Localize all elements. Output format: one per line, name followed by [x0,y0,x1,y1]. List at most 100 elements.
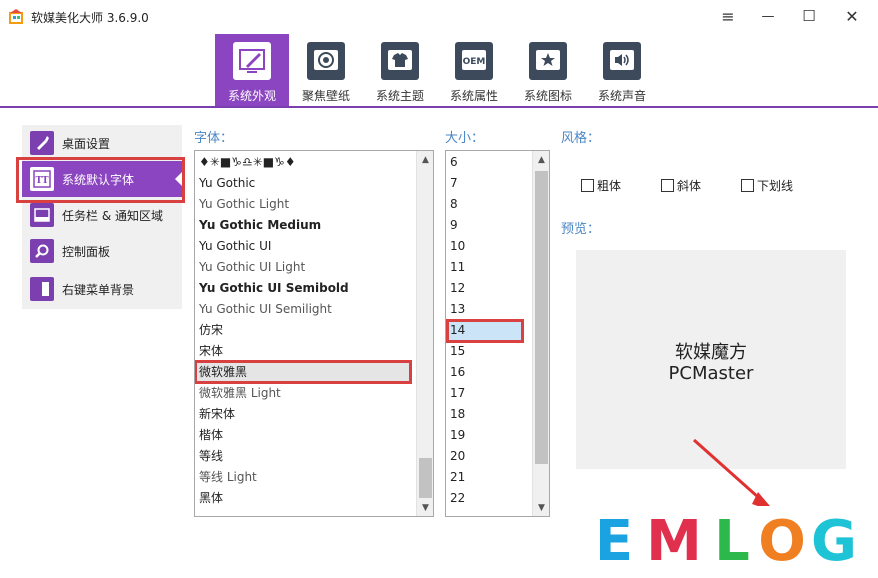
brush-icon [30,131,54,155]
font-list-item[interactable]: Yu Gothic UI Semilight [199,299,332,320]
size-list-item[interactable]: 12 [450,278,465,299]
tab-system-theme[interactable]: 系统主题 [363,34,437,106]
watermark-letter: L [714,509,750,574]
close-icon: ✕ [845,6,859,26]
font-label: 字体： [194,131,234,146]
oem-icon-text: OEM [463,57,486,67]
tab-label: 系统属性 [449,89,498,103]
size-list-item[interactable]: 22 [450,488,465,509]
font-list-item[interactable]: 等线 Light [199,467,257,488]
font-list-item[interactable]: Yu Gothic UI Light [199,257,305,278]
size-list-item[interactable]: 21 [450,467,465,488]
size-list-item[interactable]: 18 [450,404,465,425]
tab-label: 系统声音 [597,89,646,103]
size-list-item[interactable]: 6 [450,152,458,173]
preview-label: 预览： [561,222,601,237]
font-list-item[interactable]: 微软雅黑 [199,362,247,383]
font-list-item[interactable]: 等线 [199,446,223,467]
size-list-item[interactable]: 20 [450,446,465,467]
sidebar-item-desktop[interactable]: 桌面设置 [22,125,182,161]
font-list-item[interactable]: Yu Gothic UI [199,236,271,257]
font-list-item[interactable]: 微软雅黑 Light [199,383,281,404]
watermark-letter: E [595,509,633,574]
tab-focus-wallpaper[interactable]: 聚焦壁纸 [289,34,363,106]
checkbox-icon [741,179,754,192]
size-list-item[interactable]: 19 [450,425,465,446]
size-list-item[interactable]: 17 [450,383,465,404]
size-list-item[interactable]: 15 [450,341,465,362]
tab-system-sound[interactable]: 系统声音 [585,34,659,106]
context-menu-icon [30,277,54,301]
paint-brush-icon [239,49,265,73]
size-list-item[interactable]: 11 [450,257,465,278]
taskbar-icon [30,203,54,227]
menu-button[interactable]: ≡ [708,0,748,32]
scroll-down-icon[interactable]: ▼ [417,499,433,516]
oem-icon: OEM [462,50,486,70]
scroll-thumb[interactable] [419,458,432,498]
magnifier-icon [30,239,54,263]
checkbox-icon [661,179,674,192]
emlog-watermark: EMLOG [586,506,878,578]
tab-system-icons[interactable]: 系统图标 [511,34,585,106]
font-list-item[interactable]: Yu Gothic Light [199,194,289,215]
font-list-item[interactable]: 黑体 [199,488,223,509]
underline-checkbox[interactable]: 下划线 [741,177,793,194]
watermark-letter: G [811,509,857,574]
size-scrollbar[interactable]: ▲ ▼ [532,151,549,516]
speaker-icon [610,50,634,70]
scroll-thumb[interactable] [535,171,548,464]
size-listbox[interactable]: 6 7 8 9 10 11 12 13 14 15 16 17 18 19 20 21 22 ▲ ▼ [445,150,550,517]
maximize-button[interactable]: ☐ [789,0,829,32]
tab-system-appearance[interactable]: 系统外观 [215,34,289,106]
size-list-item[interactable]: 10 [450,236,465,257]
tab-label: 系统外观 [227,89,276,103]
tshirt-icon [388,50,412,70]
size-list-item[interactable]: 13 [450,299,465,320]
font-scrollbar[interactable]: ▲ ▼ [416,151,433,516]
sidebar-item-context-menu-bg[interactable]: 右键菜单背景 [22,271,182,307]
preview-line-1: 软媒魔方 [675,342,747,363]
sidebar-item-control-panel[interactable]: 控制面板 [22,233,182,269]
maximize-icon: ☐ [802,7,816,25]
font-list-item[interactable]: Yu Gothic UI Semibold [199,278,349,299]
sidebar: 桌面设置 TT 系统默认字体 任务栏 & 通知区域 控制面板 右键菜单背景 [22,125,182,309]
font-list-item[interactable]: 宋体 [199,341,223,362]
sidebar-highlight-annotation [16,157,185,203]
style-label: 风格： [561,131,601,146]
star-icon [536,50,560,70]
size-list-item[interactable]: 16 [450,362,465,383]
window-title: 软媒美化大师 3.6.9.0 [31,11,149,25]
italic-checkbox[interactable]: 斜体 [661,177,701,194]
checkbox-icon [581,179,594,192]
size-list-item[interactable]: 14 [450,320,465,341]
size-label: 大小： [445,131,485,146]
tab-label: 系统图标 [523,89,572,103]
preview-line-2: PCMaster [668,363,754,384]
size-list-item[interactable]: 8 [450,194,458,215]
size-list-item[interactable]: 7 [450,173,458,194]
bold-checkbox[interactable]: 粗体 [581,177,621,194]
tab-label: 系统主题 [375,89,424,103]
minimize-button[interactable]: — [748,0,788,32]
font-list-item[interactable]: 楷体 [199,425,223,446]
emlog-logo: EMLOG [595,509,857,574]
app-logo-icon [9,9,23,24]
scroll-up-icon[interactable]: ▲ [533,151,549,168]
size-list-item[interactable]: 9 [450,215,458,236]
title-bar: 软媒美化大师 3.6.9.0 ≡ — ☐ ✕ [0,0,878,34]
scroll-down-icon[interactable]: ▼ [533,499,549,516]
font-list-item[interactable]: Yu Gothic Medium [199,215,321,236]
font-listbox[interactable]: ♦✳■♑♎✳■♑♦ Yu Gothic Yu Gothic Light Yu Goth… [194,150,434,517]
font-list-item[interactable]: Yu Gothic [199,173,255,194]
scroll-up-icon[interactable]: ▲ [417,151,433,168]
watermark-letter: M [646,509,702,574]
watermark-letter: O [758,509,806,574]
hamburger-icon: ≡ [721,6,735,26]
font-list-item[interactable]: 仿宋 [199,320,223,341]
font-list-item[interactable]: 新宋体 [199,404,235,425]
font-list-item[interactable]: ♦✳■♑♎✳■♑♦ [199,152,296,173]
close-button[interactable]: ✕ [832,0,872,32]
top-nav: 系统外观 聚焦壁纸 系统主题 OEM 系统属性 系统图标 系统声音 [0,34,878,108]
tab-system-properties[interactable]: OEM 系统属性 [437,34,511,106]
